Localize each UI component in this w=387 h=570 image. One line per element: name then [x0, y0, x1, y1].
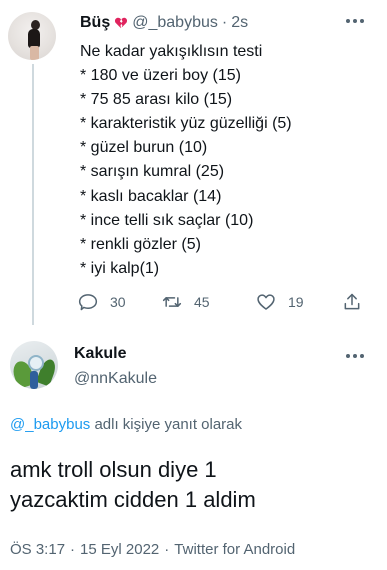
broken-heart-icon [115, 17, 128, 29]
tweet-line: yazcaktim cidden 1 aldim [10, 487, 256, 512]
retweet-count: 45 [194, 294, 210, 310]
tweet-line: * sarışın kumral (25) [80, 163, 225, 181]
user-handle[interactable]: @nnKakule [74, 370, 157, 388]
timestamp[interactable]: ÖS 3:17 [10, 541, 65, 558]
display-name[interactable]: Büş [80, 14, 110, 32]
display-name[interactable]: Kakule [74, 345, 126, 363]
tweet-line: * güzel burun (10) [80, 139, 208, 157]
like-button[interactable]: 19 [256, 288, 304, 316]
share-icon [344, 293, 360, 310]
replying-to: @_babybus adlı kişiye yanıt olarak [10, 416, 242, 433]
avatar[interactable] [8, 12, 56, 60]
tweet-date[interactable]: 15 Eyl 2022 [80, 541, 159, 558]
tweet-actions: 30 45 19 [70, 288, 370, 316]
tweet-line: * 75 85 arası kilo (15) [80, 91, 233, 109]
timestamp[interactable]: 2s [231, 14, 248, 32]
more-options-button[interactable] [344, 16, 366, 26]
tweet-metadata: ÖS 3:17 · 15 Eyl 2022 · Twitter for Android [10, 541, 295, 558]
share-button[interactable] [342, 288, 374, 316]
reply-icon [78, 294, 98, 311]
original-tweet[interactable]: Büş @_babybus · 2s Ne kadar yakışıklısın… [0, 0, 387, 325]
reply-count: 30 [110, 294, 126, 310]
separator-dot: · [70, 541, 76, 558]
separator-dot: · [164, 541, 170, 558]
reply-to-label: adlı kişiye yanıt olarak [90, 416, 243, 433]
retweet-button[interactable]: 45 [162, 288, 210, 316]
avatar-figure-head [28, 355, 44, 371]
avatar-figure-body [30, 371, 38, 389]
tweet-source: Twitter for Android [174, 541, 296, 558]
avatar[interactable] [10, 341, 58, 389]
retweet-icon [162, 297, 182, 307]
separator-dot: · [221, 14, 228, 31]
like-icon [257, 294, 275, 310]
more-options-button[interactable] [344, 351, 366, 361]
like-count: 19 [288, 294, 304, 310]
tweet-line: * iyi kalp(1) [80, 259, 160, 277]
reply-button[interactable]: 30 [78, 288, 126, 316]
tweet-header: Büş @_babybus · 2s [80, 12, 248, 34]
tweet-line: * 180 ve üzeri boy (15) [80, 67, 241, 85]
tweet-line: amk troll olsun diye 1 [10, 457, 217, 482]
tweet-line: * kaslı bacaklar (14) [80, 187, 222, 205]
tweet-line: * renkli gözler (5) [80, 235, 201, 253]
user-handle[interactable]: @_babybus [132, 14, 218, 32]
avatar-figure-legs [30, 46, 39, 60]
more-icon [344, 16, 366, 26]
tweet-text: amk troll olsun diye 1 yazcaktim cidden … [10, 455, 380, 515]
tweet-line: * karakteristik yüz güzelliği (5) [80, 115, 292, 133]
tweet-line: * ince telli sık saçlar (10) [80, 211, 254, 229]
more-icon [344, 351, 366, 361]
thread-connector-line [32, 64, 34, 325]
reply-mention-link[interactable]: @_babybus [10, 416, 90, 433]
tweet-text: Ne kadar yakışıklısın testi * 180 ve üze… [80, 40, 370, 281]
tweet-line: Ne kadar yakışıklısın testi [80, 43, 263, 60]
